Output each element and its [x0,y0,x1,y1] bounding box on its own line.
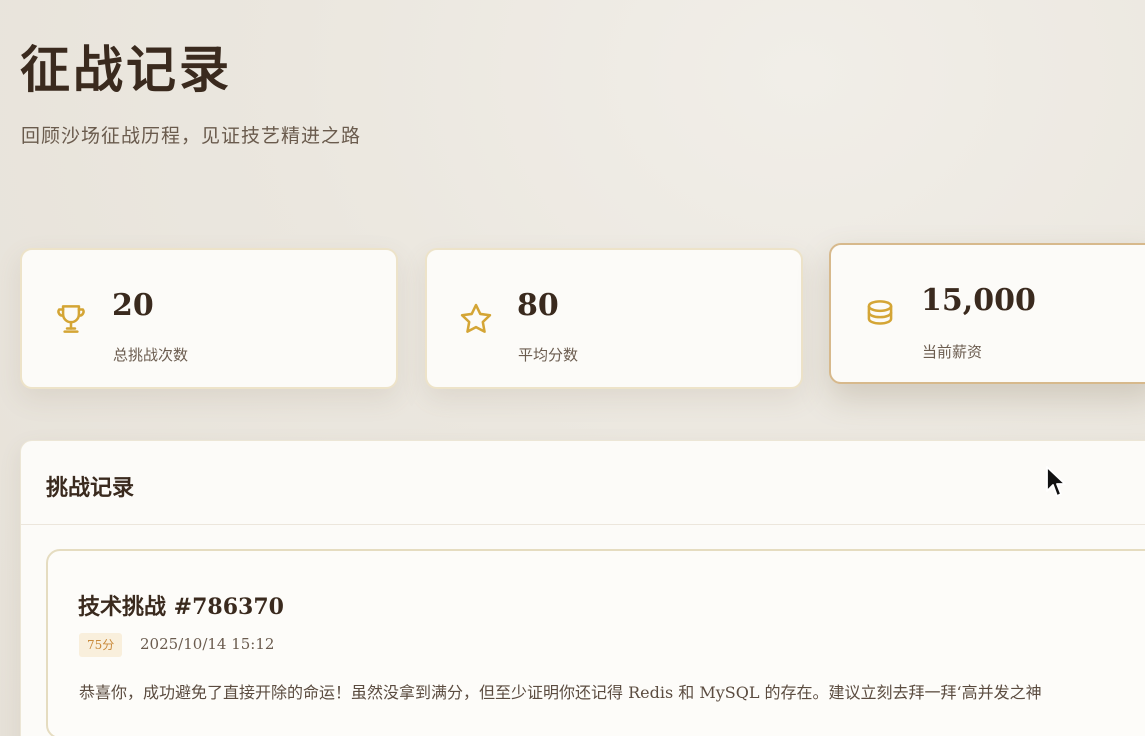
records-panel: 挑战记录 技术挑战 #786370 75分 2025/10/14 15:12 恭… [20,440,1145,736]
page-subtitle: 回顾沙场征战历程，见证技艺精进之路 [21,125,362,147]
stat-value: 20 [112,288,154,323]
stat-value: 15,000 [921,283,1036,318]
record-description: 恭喜你，成功避免了直接开除的命运！虽然没拿到满分，但至少证明你还记得 Redis… [79,683,1042,702]
record-date: 2025/10/14 15:12 [140,635,275,653]
stat-label: 平均分数 [518,346,579,364]
stat-label: 总挑战次数 [113,346,189,364]
records-panel-header: 挑战记录 [21,441,1145,525]
records-panel-title: 挑战记录 [46,475,135,501]
coins-icon [861,295,899,333]
stat-label: 当前薪资 [922,343,983,361]
trophy-icon [52,300,90,338]
record-card[interactable]: 技术挑战 #786370 75分 2025/10/14 15:12 恭喜你，成功… [46,549,1145,736]
page-title: 征战记录 [20,40,232,99]
score-badge: 75分 [79,633,123,657]
stat-value: 80 [517,288,559,323]
mouse-cursor-icon [1045,465,1067,499]
star-icon [457,300,495,338]
stat-card-average-score[interactable]: 80 平均分数 [425,248,803,389]
stat-card-total-challenges[interactable]: 20 总挑战次数 [20,248,398,389]
record-title: 技术挑战 #786370 [78,594,284,620]
stat-card-current-salary[interactable]: 15,000 当前薪资 [829,243,1145,384]
